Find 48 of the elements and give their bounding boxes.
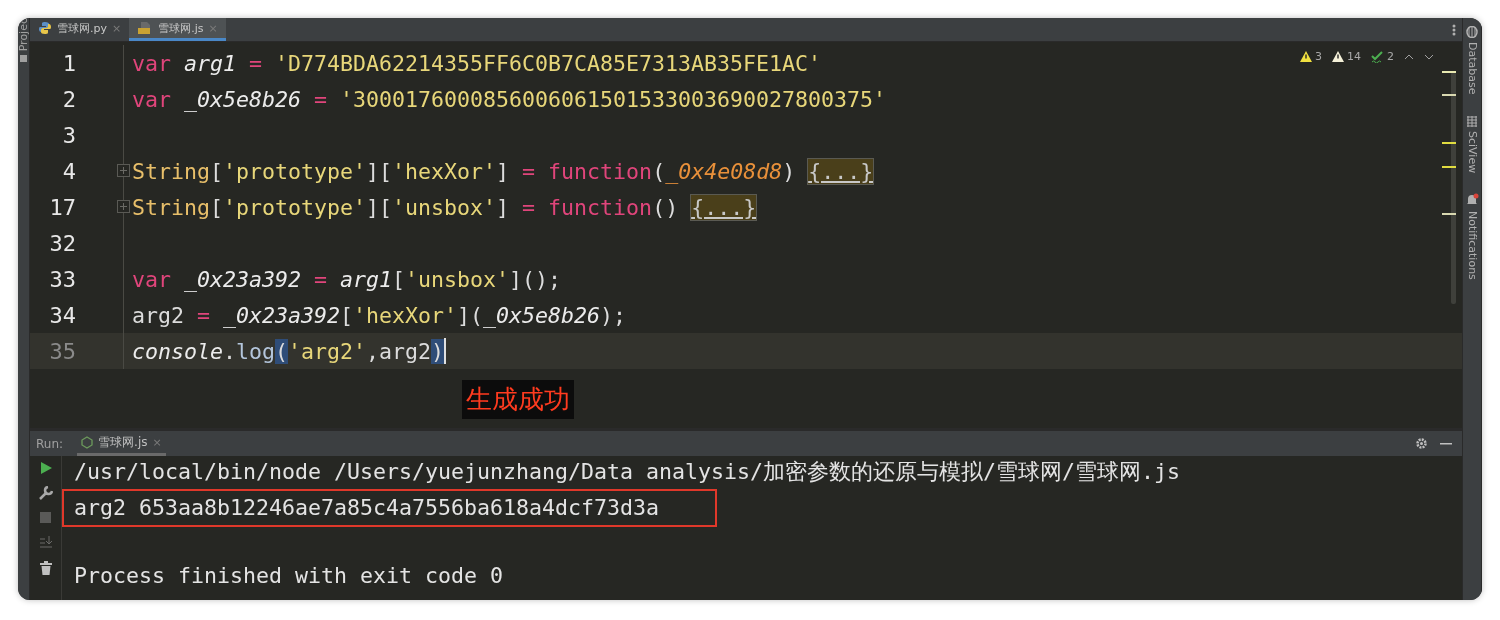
play-icon[interactable] — [39, 462, 52, 474]
console-line: arg2 653aa8b12246ae7a85c4a7556ba618a4dcf73d3a — [64, 491, 716, 525]
warning-icon — [1300, 51, 1312, 62]
code-line: String['prototype']['unsbox'] = function() {...} — [132, 194, 757, 220]
code-line: var arg1 = 'D774BDA62214355FF6C0B7CA85E7313AB35FE1AC' — [132, 50, 822, 76]
code-line: var _0x5e8b26 = '3000176000856006061501533003690027800375' — [132, 86, 887, 112]
code-line: arg2 = _0x23a392['hexXor'](_0x5e8b26); — [132, 302, 627, 328]
python-file-icon — [38, 21, 52, 35]
console-line: Process finished with exit code 0 — [74, 563, 504, 589]
line-number: 17 — [48, 194, 76, 220]
tool-window-label[interactable]: SciView — [1465, 130, 1479, 173]
editor-tab[interactable]: 雪球网.js × — [129, 18, 226, 41]
inspection-count[interactable]: 2 — [1387, 50, 1394, 63]
bell-icon[interactable] — [1465, 192, 1479, 207]
trash-icon[interactable] — [39, 561, 52, 575]
database-icon[interactable] — [1466, 26, 1478, 38]
settings-icon[interactable] — [1415, 437, 1428, 450]
tool-window-label[interactable]: Notifications — [1465, 210, 1479, 280]
more-icon[interactable] — [1452, 24, 1456, 36]
warning-icon — [1332, 51, 1344, 62]
line-number: 33 — [48, 266, 76, 292]
line-number: 3 — [61, 122, 76, 148]
line-number: 35 — [48, 338, 76, 364]
chevron-down-icon[interactable] — [1424, 53, 1434, 60]
fold-icon[interactable] — [117, 200, 130, 213]
hexagon-icon — [81, 435, 94, 449]
chevron-up-icon[interactable] — [1404, 53, 1414, 60]
square-icon — [20, 55, 27, 63]
line-number: 2 — [61, 86, 76, 112]
line-number: 1 — [61, 50, 76, 76]
typo-check-icon — [1371, 50, 1384, 63]
code-line: var _0x23a392 = arg1['unsbox'](); — [132, 266, 562, 292]
line-number: 32 — [48, 230, 76, 256]
console-line: /usr/local/bin/node /Users/yuejunzhang/Data analysis/加密参数的还原与模拟/雪球网/雪球网.js — [74, 459, 1181, 485]
wrench-icon[interactable] — [38, 486, 53, 500]
sort-icon[interactable] — [38, 535, 53, 549]
editor-tab[interactable]: 雪球网.py × — [30, 18, 130, 41]
tool-window-label[interactable]: Database — [1465, 42, 1479, 95]
annotation-label: 生成成功 — [462, 380, 574, 419]
fold-icon[interactable] — [117, 164, 130, 177]
line-number: 34 — [48, 302, 76, 328]
line-number: 4 — [61, 158, 76, 184]
inspection-count[interactable]: 3 — [1315, 50, 1322, 63]
inspection-count[interactable]: 14 — [1347, 50, 1361, 63]
run-label: Run: — [36, 436, 64, 451]
code-line: String['prototype']['hexXor'] = function(_0x4e08d8) {...} — [132, 158, 874, 184]
grid-icon[interactable] — [1466, 114, 1478, 127]
code-line: console.log('arg2',arg2) — [132, 338, 447, 364]
